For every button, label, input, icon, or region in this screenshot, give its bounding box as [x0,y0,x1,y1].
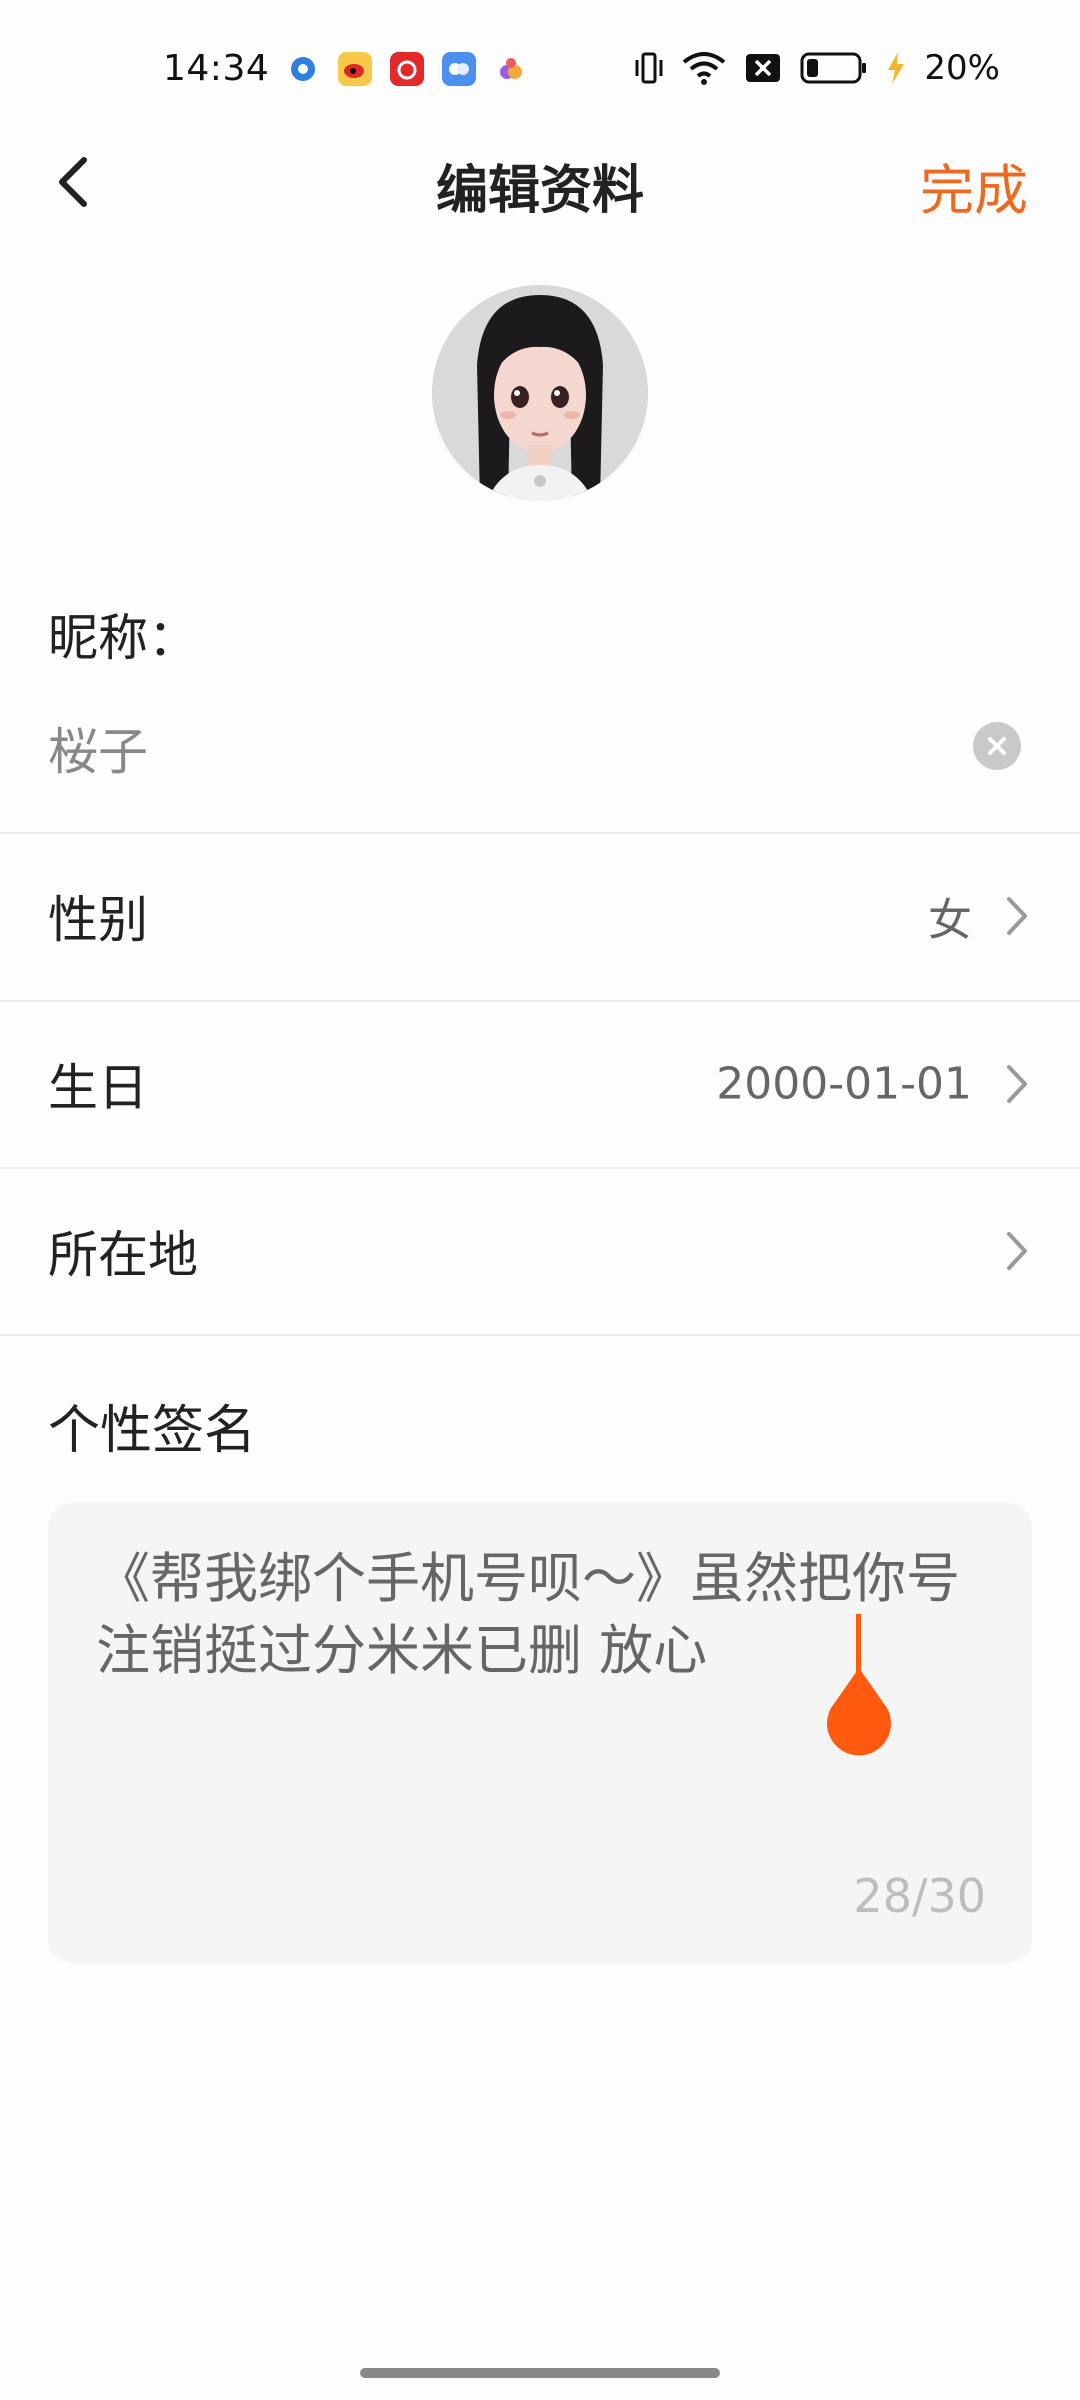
gender-label: 性别 [48,890,148,949]
netease-music-icon [390,52,424,86]
colorful-app-icon [500,58,522,79]
birthday-value: 2000-01-01 [716,1058,972,1109]
nickname-input[interactable] [48,708,948,788]
status-time: 14:34 [163,48,270,89]
no-sim-icon [746,54,781,82]
charging-icon [888,52,905,84]
character-count: 28/30 [853,1869,986,1923]
chat-bubbles-icon [442,52,476,86]
status-bar: 14:34 20% [0,0,1080,140]
avatar-image [432,285,648,501]
header: 编辑资料 完成 [0,130,1080,230]
signature-label: 个性签名 [48,1401,257,1461]
cursor-handle-icon[interactable] [823,1668,895,1758]
chevron-right-icon [1007,1231,1027,1270]
status-right: 20% [634,48,1000,88]
location-label: 所在地 [48,1225,198,1284]
chevron-right-icon [1007,1064,1027,1103]
birthday-row[interactable]: 生日 2000-01-01 [0,1001,1080,1166]
divider [0,1334,1080,1336]
wifi-icon [683,52,726,85]
home-indicator[interactable] [360,2368,720,2378]
gender-value: 女 [928,894,972,946]
clear-icon [988,737,1006,755]
battery-icon [800,52,867,84]
signature-text: 《帮我绑个手机号呗～》虽然把你号注销挺过分米米已删 放心 [96,1547,960,1682]
vibrate-icon [635,52,663,84]
avatar[interactable] [432,285,648,501]
done-button[interactable]: 完成 [920,146,1028,225]
gender-row[interactable]: 性别 女 [0,833,1080,998]
birthday-label: 生日 [48,1058,148,1117]
weibo-icon [338,52,372,86]
edit-profile-screen: 14:34 20% 编辑资料 完成 昵称： 桜子 性别 女 生日 2000-01… [0,0,1080,2400]
app-circle-icon [291,57,315,81]
nickname-label: 昵称： [48,609,198,667]
signature-textarea[interactable]: 《帮我绑个手机号呗～》虽然把你号注销挺过分米米已删 放心 28/30 [48,1503,1032,1963]
clear-nickname-button[interactable] [973,722,1021,770]
battery-percentage: 20% [924,48,1000,88]
chevron-right-icon [1007,896,1027,935]
location-row[interactable]: 所在地 [0,1168,1080,1333]
page-title: 编辑资料 [435,161,644,221]
